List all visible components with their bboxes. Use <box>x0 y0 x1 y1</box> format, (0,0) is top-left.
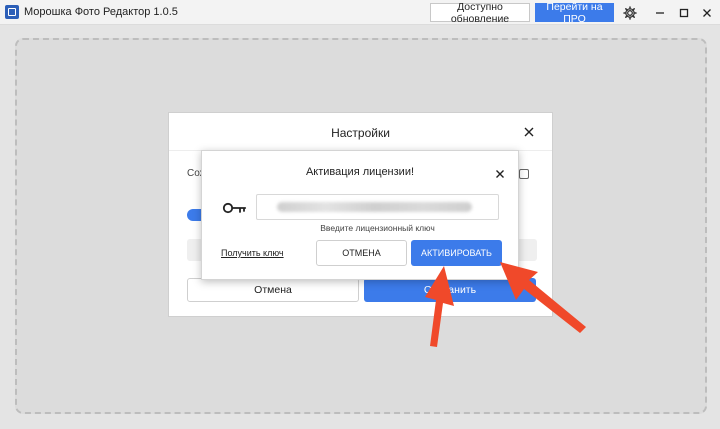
maximize-icon[interactable] <box>674 3 694 22</box>
settings-cancel-button[interactable]: Отмена <box>187 278 359 302</box>
license-key-hint: Введите лицензионный ключ <box>320 223 435 233</box>
settings-title: Настройки <box>331 126 390 140</box>
license-activation-dialog: Активация лицензии! Введите лицензионный… <box>201 150 519 280</box>
close-icon[interactable] <box>522 125 536 139</box>
activation-title: Активация лицензии! <box>305 166 415 178</box>
key-icon <box>222 201 248 215</box>
update-available-button[interactable]: Доступно обновление <box>430 1 530 25</box>
window-title: Морошка Фото Редактор 1.0.5 <box>24 6 178 18</box>
activation-cancel-button[interactable]: ОТМЕНА <box>316 240 407 266</box>
get-key-link[interactable]: Получить ключ <box>221 248 284 258</box>
app-logo-icon <box>5 5 19 19</box>
minimize-icon[interactable] <box>650 3 670 22</box>
settings-checkbox[interactable] <box>519 169 529 179</box>
title-bar: Морошка Фото Редактор 1.0.5 Доступно обн… <box>0 0 720 25</box>
close-icon[interactable] <box>697 3 717 22</box>
activate-button[interactable]: АКТИВИРОВАТЬ <box>411 240 502 266</box>
settings-save-button[interactable]: Сохранить <box>364 278 536 302</box>
settings-header: Настройки <box>169 113 552 151</box>
go-pro-button[interactable]: Перейти на ПРО <box>535 1 614 25</box>
gear-icon[interactable] <box>620 3 640 22</box>
redacted-key-value <box>277 202 472 212</box>
close-icon[interactable] <box>494 167 506 179</box>
